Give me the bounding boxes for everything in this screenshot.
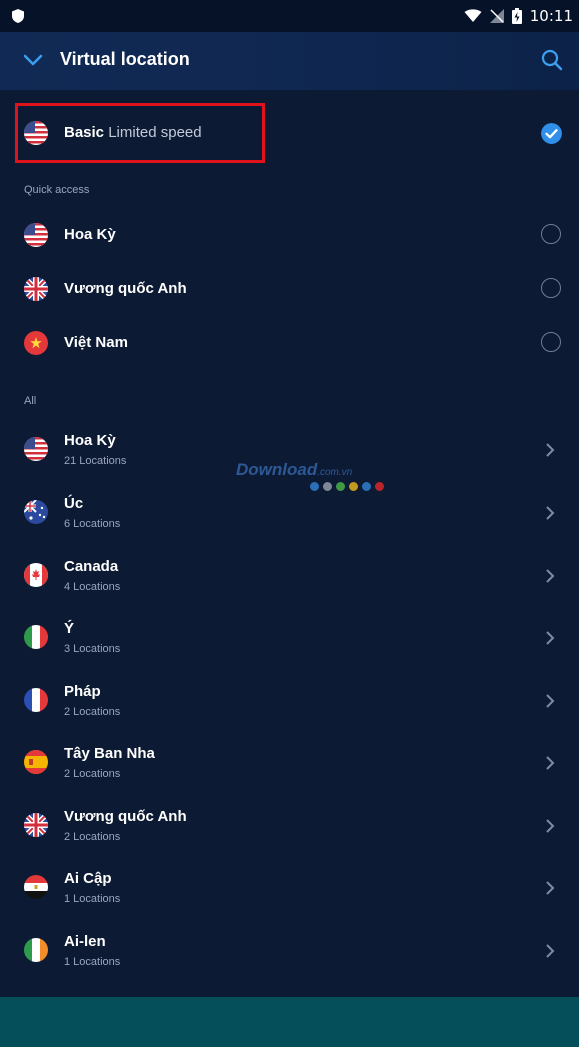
battery-icon	[511, 8, 522, 24]
fr-flag-icon	[24, 688, 48, 712]
status-bar: 10:11	[0, 0, 579, 32]
chevron-right-icon	[546, 756, 555, 770]
app-bar: Virtual location	[0, 32, 579, 90]
quick-access-item[interactable]: Vương quốc Anh	[0, 264, 579, 314]
location-row[interactable]: Ý 3 Locations	[0, 613, 579, 669]
location-name: Ý	[64, 620, 75, 637]
highlight-box	[15, 103, 265, 163]
location-count: 2 Locations	[64, 706, 121, 718]
location-name: Canada	[64, 558, 119, 575]
es-flag-icon	[24, 750, 48, 774]
radio-button[interactable]	[541, 278, 561, 298]
location-row[interactable]: Ai-len 1 Locations	[0, 926, 579, 982]
location-name: Tây Ban Nha	[64, 745, 155, 762]
watermark-text: Download	[236, 460, 318, 479]
bottom-bar	[0, 997, 579, 1047]
location-row[interactable]: Pháp 2 Locations	[0, 676, 579, 732]
page-title: Virtual location	[60, 49, 190, 69]
eg-flag-icon	[24, 875, 48, 899]
section-quick-access: Quick access	[24, 184, 90, 196]
radio-button[interactable]	[541, 332, 561, 352]
location-count: 1 Locations	[64, 893, 121, 905]
location-row[interactable]: Canada 4 Locations	[0, 551, 579, 607]
chevron-right-icon	[546, 443, 555, 457]
wifi-icon	[464, 9, 482, 22]
location-name: Hoa Kỳ	[64, 432, 116, 449]
chevron-down-icon[interactable]	[22, 52, 44, 68]
quick-access-item[interactable]: Hoa Kỳ	[0, 210, 579, 260]
location-name: Vương quốc Anh	[64, 280, 187, 297]
no-signal-icon	[489, 9, 504, 23]
search-icon[interactable]	[540, 48, 564, 72]
chevron-right-icon	[546, 881, 555, 895]
ie-flag-icon	[24, 938, 48, 962]
chevron-right-icon	[546, 569, 555, 583]
clock: 10:11	[529, 7, 573, 25]
radio-button[interactable]	[541, 224, 561, 244]
ca-flag-icon	[24, 563, 48, 587]
chevron-right-icon	[546, 819, 555, 833]
location-name: Hoa Kỳ	[64, 226, 116, 243]
location-count: 2 Locations	[64, 768, 121, 780]
location-row[interactable]: Úc 6 Locations	[0, 488, 579, 544]
uk-flag-icon	[24, 277, 48, 301]
location-row[interactable]: Vương quốc Anh 2 Locations	[0, 801, 579, 857]
location-row[interactable]: Tây Ban Nha 2 Locations	[0, 738, 579, 794]
quick-access-item[interactable]: Việt Nam	[0, 318, 579, 368]
us-flag-icon	[24, 437, 48, 461]
watermark-dots	[310, 482, 384, 491]
section-all: All	[24, 395, 37, 407]
it-flag-icon	[24, 625, 48, 649]
chevron-right-icon	[546, 694, 555, 708]
au-flag-icon	[24, 500, 48, 524]
location-name: Pháp	[64, 683, 101, 700]
location-name: Ai Cập	[64, 870, 112, 887]
vn-flag-icon	[24, 331, 48, 355]
chevron-right-icon	[546, 631, 555, 645]
uk-flag-icon	[24, 813, 48, 837]
check-circle-icon	[541, 123, 562, 144]
location-name: Úc	[64, 495, 84, 512]
location-count: 1 Locations	[64, 956, 121, 968]
location-name: Việt Nam	[64, 334, 128, 351]
location-count: 6 Locations	[64, 518, 121, 530]
chevron-right-icon	[546, 506, 555, 520]
location-count: 3 Locations	[64, 643, 121, 655]
vpn-shield-icon	[12, 9, 24, 23]
chevron-right-icon	[546, 944, 555, 958]
location-count: 4 Locations	[64, 581, 121, 593]
location-count: 21 Locations	[64, 455, 127, 467]
location-name: Vương quốc Anh	[64, 808, 187, 825]
us-flag-icon	[24, 223, 48, 247]
watermark: Download.com.vn	[236, 460, 396, 494]
watermark-suffix: .com.vn	[317, 467, 353, 478]
location-count: 2 Locations	[64, 831, 121, 843]
location-name: Ai-len	[64, 933, 106, 950]
location-row[interactable]: Ai Cập 1 Locations	[0, 863, 579, 919]
